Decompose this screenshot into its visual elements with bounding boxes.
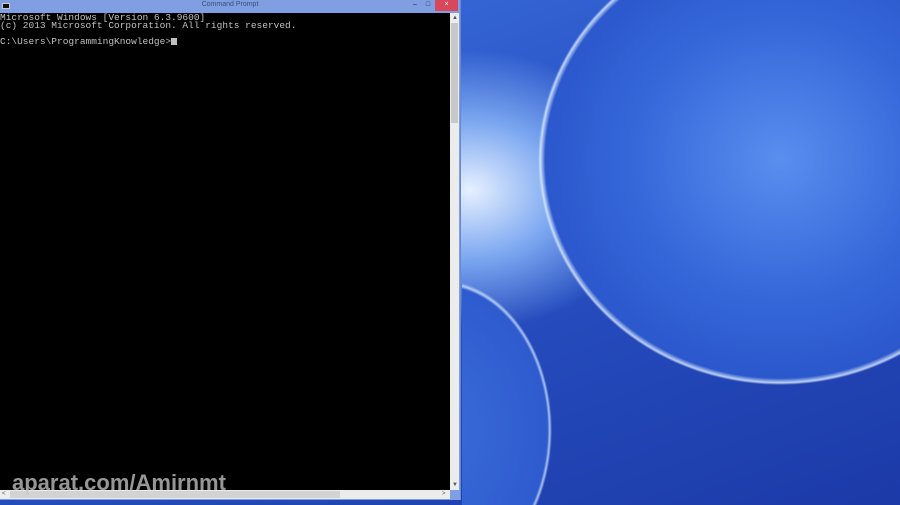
wallpaper-bubble (462, 280, 562, 505)
text-cursor (171, 38, 178, 45)
prompt-text: C:\Users\ProgrammingKnowledge> (0, 36, 172, 47)
close-button[interactable]: × (435, 0, 458, 11)
vertical-scrollbar[interactable]: ▲ ▼ (450, 13, 459, 490)
command-prompt-window[interactable]: Command Prompt – □ × Microsoft Windows [… (0, 0, 461, 500)
scroll-up-arrow-icon[interactable]: ▲ (452, 14, 458, 22)
prompt-line[interactable]: C:\Users\ProgrammingKnowledge> (0, 36, 450, 47)
console-output[interactable]: Microsoft Windows [Version 6.3.9600] (c) … (0, 13, 450, 490)
scroll-down-arrow-icon[interactable]: ▼ (452, 481, 458, 489)
vertical-scroll-thumb[interactable] (451, 23, 458, 123)
minimize-button[interactable]: – (408, 0, 422, 11)
scroll-right-arrow-icon[interactable]: > (442, 490, 446, 498)
window-title: Command Prompt (201, 1, 259, 8)
console-line: (c) 2013 Microsoft Corporation. All righ… (0, 20, 297, 31)
scroll-left-arrow-icon[interactable]: < (2, 490, 6, 498)
watermark: aparat.com/Amirnmt (12, 470, 226, 495)
maximize-button[interactable]: □ (421, 0, 435, 11)
